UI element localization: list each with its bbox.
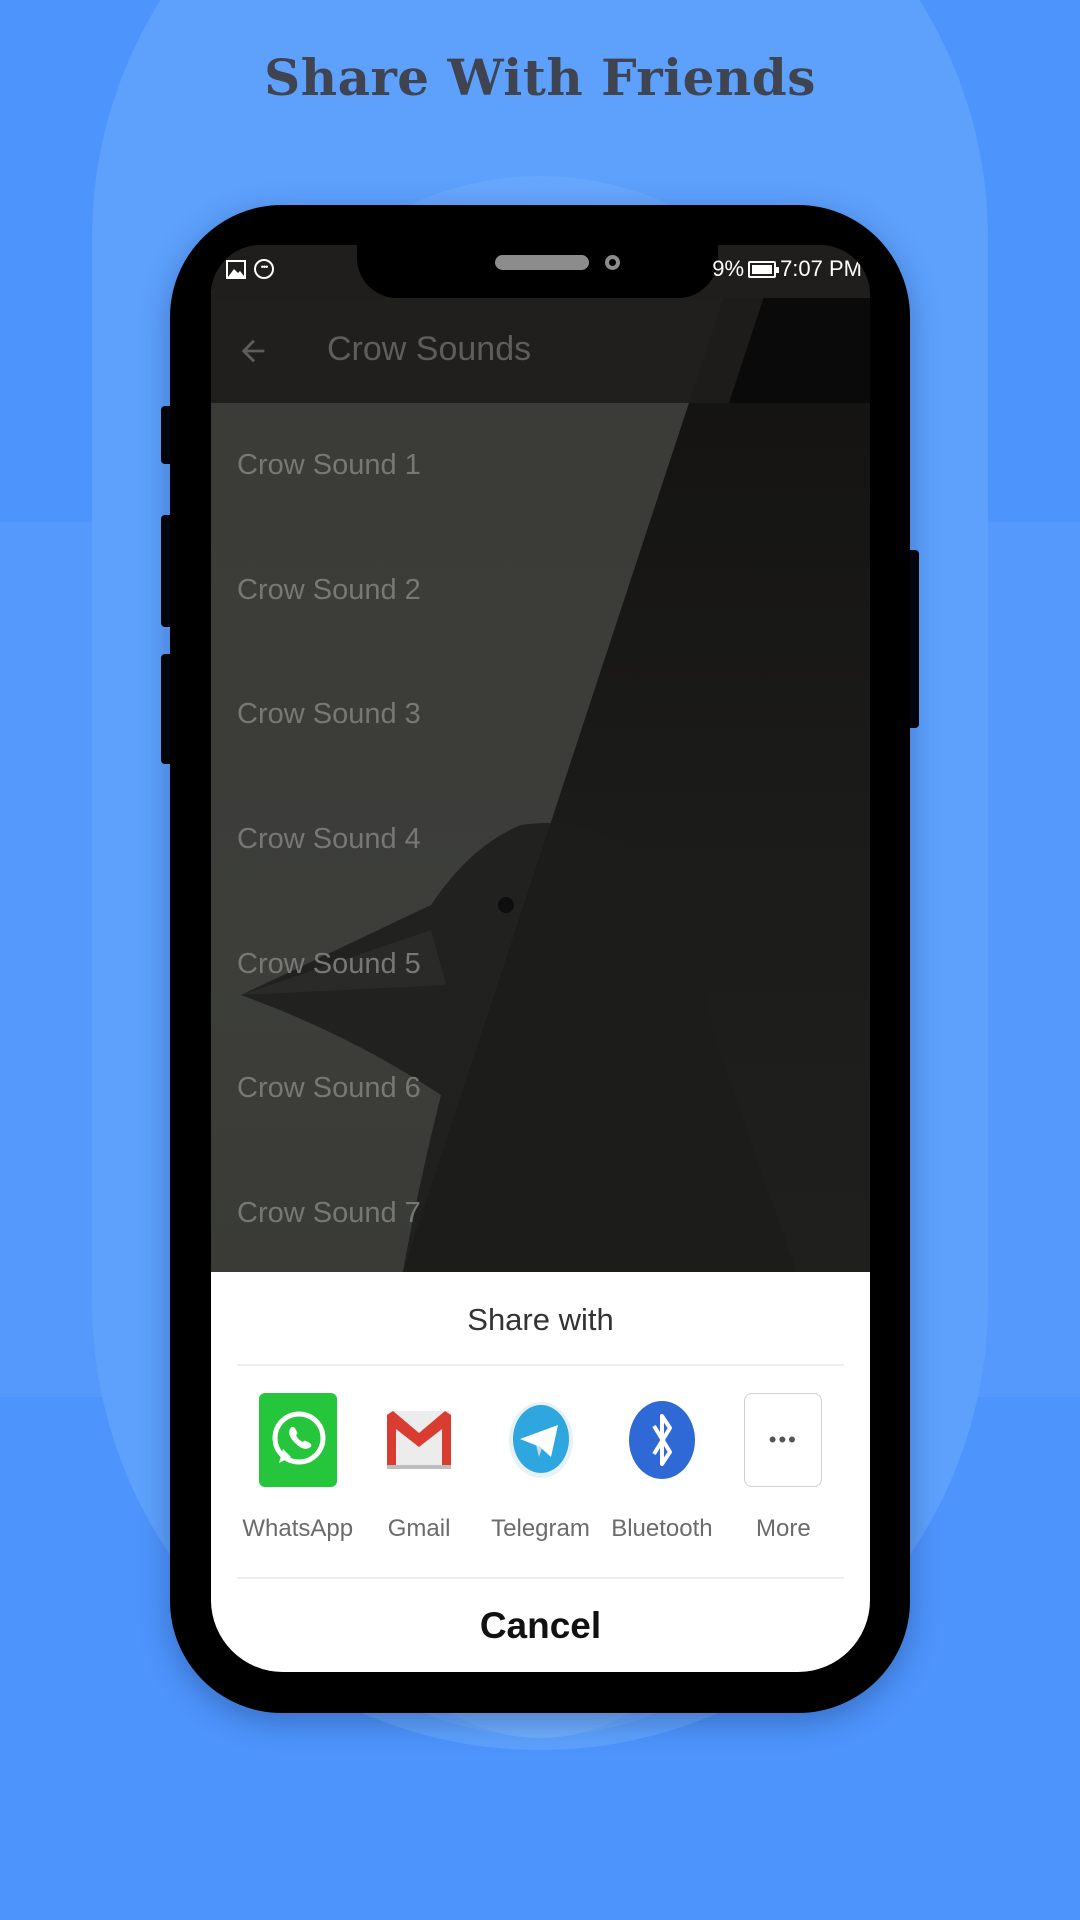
- whatsapp-icon: [258, 1392, 337, 1487]
- battery-percent: 9%: [712, 256, 745, 281]
- image-icon: [226, 259, 246, 279]
- list-item[interactable]: Crow Sound 3: [211, 652, 870, 777]
- phone-notch: [357, 245, 718, 298]
- battery-icon: [748, 260, 780, 278]
- list-item[interactable]: Crow Sound 5: [211, 902, 870, 1027]
- sound-list: Crow Sound 1 Crow Sound 2 Crow Sound 3 C…: [211, 403, 870, 1276]
- more-horiz-icon: •••: [744, 1392, 823, 1487]
- share-app-label: Gmail: [387, 1515, 451, 1542]
- phone-screen: Crow Sounds ••• 9% 7:07 PM Crow Sound 1: [211, 245, 870, 1672]
- list-item-label: Crow Sound 6: [237, 1072, 421, 1105]
- list-item-label: Crow Sound 3: [237, 698, 421, 731]
- list-item[interactable]: Crow Sound 6: [211, 1026, 870, 1151]
- share-app-label: WhatsApp: [242, 1515, 354, 1542]
- telegram-icon: [508, 1401, 573, 1478]
- share-app-label: Telegram: [491, 1515, 590, 1542]
- toolbar-title: Crow Sounds: [327, 330, 532, 368]
- share-app-bluetooth[interactable]: Bluetooth: [601, 1392, 722, 1543]
- phone-speaker: [495, 255, 589, 270]
- more-circle-icon: •••: [254, 259, 274, 279]
- list-item[interactable]: Crow Sound 2: [211, 528, 870, 653]
- status-time: 7:07 PM: [780, 256, 862, 281]
- promo-title: Share With Friends: [264, 48, 816, 107]
- share-app-label: Bluetooth: [611, 1515, 713, 1542]
- list-item[interactable]: Crow Sound 1: [211, 403, 870, 528]
- divider: [237, 1364, 844, 1366]
- phone-camera: [605, 255, 620, 270]
- share-app-label: More: [755, 1515, 811, 1542]
- share-app-gmail[interactable]: Gmail: [358, 1392, 479, 1543]
- share-sheet-title: Share with: [467, 1302, 614, 1337]
- share-app-whatsapp[interactable]: WhatsApp: [237, 1392, 358, 1543]
- share-app-more[interactable]: ••• More: [723, 1392, 844, 1543]
- share-app-row: WhatsApp Gmail Telegram Bluetooth ••• Mo…: [237, 1392, 844, 1543]
- status-bar: ••• 9% 7:07 PM: [211, 245, 870, 298]
- list-item-label: Crow Sound 4: [237, 822, 421, 855]
- gmail-icon: [387, 1410, 452, 1469]
- list-item-label: Crow Sound 2: [237, 573, 421, 606]
- arrow-left-icon[interactable]: [236, 334, 270, 368]
- list-item[interactable]: Crow Sound 7: [211, 1151, 870, 1276]
- share-app-telegram[interactable]: Telegram: [480, 1392, 601, 1543]
- list-item-label: Crow Sound 7: [237, 1196, 421, 1229]
- list-item-label: Crow Sound 5: [237, 947, 421, 980]
- bluetooth-icon: [628, 1400, 695, 1479]
- list-item[interactable]: Crow Sound 4: [211, 777, 870, 902]
- share-sheet: Share with WhatsApp Gmail Telegram Bluet…: [211, 1272, 870, 1672]
- list-item-label: Crow Sound 1: [237, 448, 421, 481]
- cancel-button[interactable]: Cancel: [211, 1579, 870, 1672]
